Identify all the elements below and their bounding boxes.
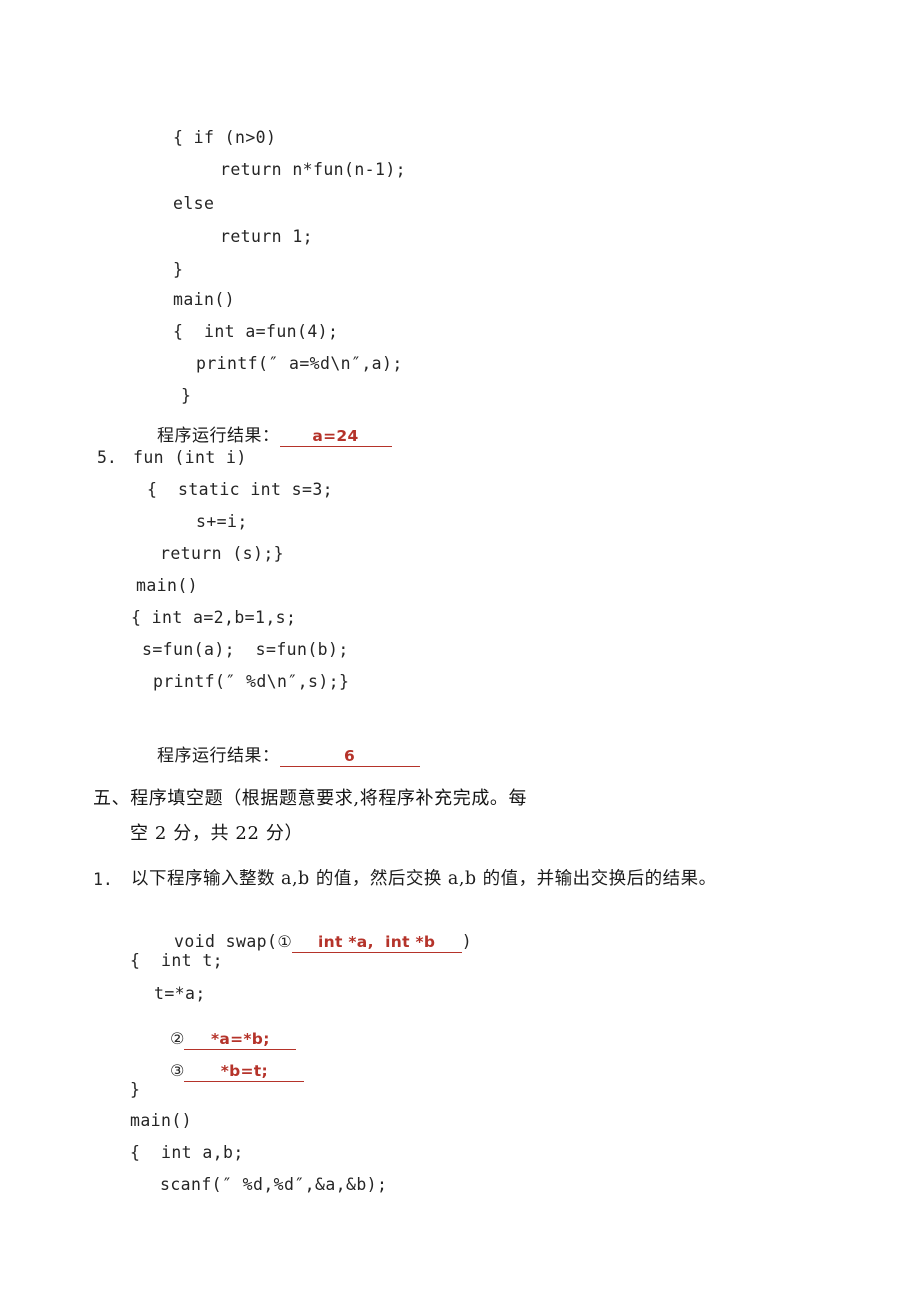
q5-code-line-0: { static int s=3; (147, 480, 334, 499)
fill1-blank3-answer[interactable]: *b=t; (184, 1062, 305, 1082)
q4-result-answer[interactable]: a=24 (279, 427, 392, 447)
q5-code-line-4: { int a=2,b=1,s; (131, 608, 297, 627)
q4-code-line-2: else (173, 194, 215, 213)
fill1-main-line-1: { int a,b; (130, 1143, 244, 1162)
fill1-blank1-answer[interactable]: int *a, int *b (291, 933, 462, 953)
q4-code-line-6: { int a=fun(4); (173, 322, 339, 341)
q5-result-answer[interactable]: 6 (279, 747, 420, 767)
fill1-body-close: } (130, 1080, 141, 1099)
q5-code-line-2: return (s);} (160, 544, 285, 563)
q4-result-label: 程序运行结果： (157, 426, 280, 446)
q4-code-line-7: printf(″ a=%d\n″,a); (196, 354, 403, 373)
fill1-body-line-1: { int t; (130, 951, 224, 970)
q5-signature: fun (int i) (133, 448, 247, 467)
fill1-blank3-row: ③ *b=t; (154, 1047, 305, 1098)
section5-heading-line1: 五、程序填空题（根据题意要求,将程序补充完成。每 (93, 788, 528, 809)
fill1-main-line-0: main() (130, 1111, 193, 1130)
q5-code-line-3: main() (136, 576, 199, 595)
q4-code-line-3: return 1; (220, 227, 314, 246)
q5-code-line-6: printf(″ %d\n″,s);} (153, 672, 350, 691)
section5-heading-line2: 空 2 分，共 22 分） (130, 823, 304, 844)
q4-code-line-0: { if (n>0) (173, 128, 277, 147)
fill1-body-line-2: t=*a; (154, 984, 206, 1003)
fill1-prompt: 以下程序输入整数 a,b 的值，然后交换 a,b 的值，并输出交换后的结果。 (131, 869, 717, 889)
q5-result-row: 程序运行结果： 6 (141, 732, 420, 783)
fill1-main-line-2: scanf(″ %d,%d″,&a,&b); (160, 1175, 388, 1194)
fill1-swap-suffix: ) (461, 932, 473, 951)
q4-code-line-4: } (173, 260, 184, 279)
blank-marker-1: ① (277, 932, 292, 951)
fill1-number: 1. (93, 870, 113, 889)
blank-marker-3: ③ (170, 1061, 185, 1080)
q4-code-line-8: } (181, 386, 192, 405)
exam-page: { if (n>0) return n*fun(n-1); else retur… (0, 0, 920, 1300)
fill1-swap-prefix: void swap( (174, 932, 278, 951)
q5-code-line-1: s+=i; (196, 512, 248, 531)
q4-code-line-5: main() (173, 290, 236, 309)
q4-code-line-1: return n*fun(n-1); (220, 160, 407, 179)
blank-marker-2: ② (170, 1029, 185, 1048)
q5-number: 5. (97, 448, 117, 467)
q5-code-line-5: s=fun(a); s=fun(b); (142, 640, 349, 659)
q5-result-label: 程序运行结果： (157, 746, 280, 766)
